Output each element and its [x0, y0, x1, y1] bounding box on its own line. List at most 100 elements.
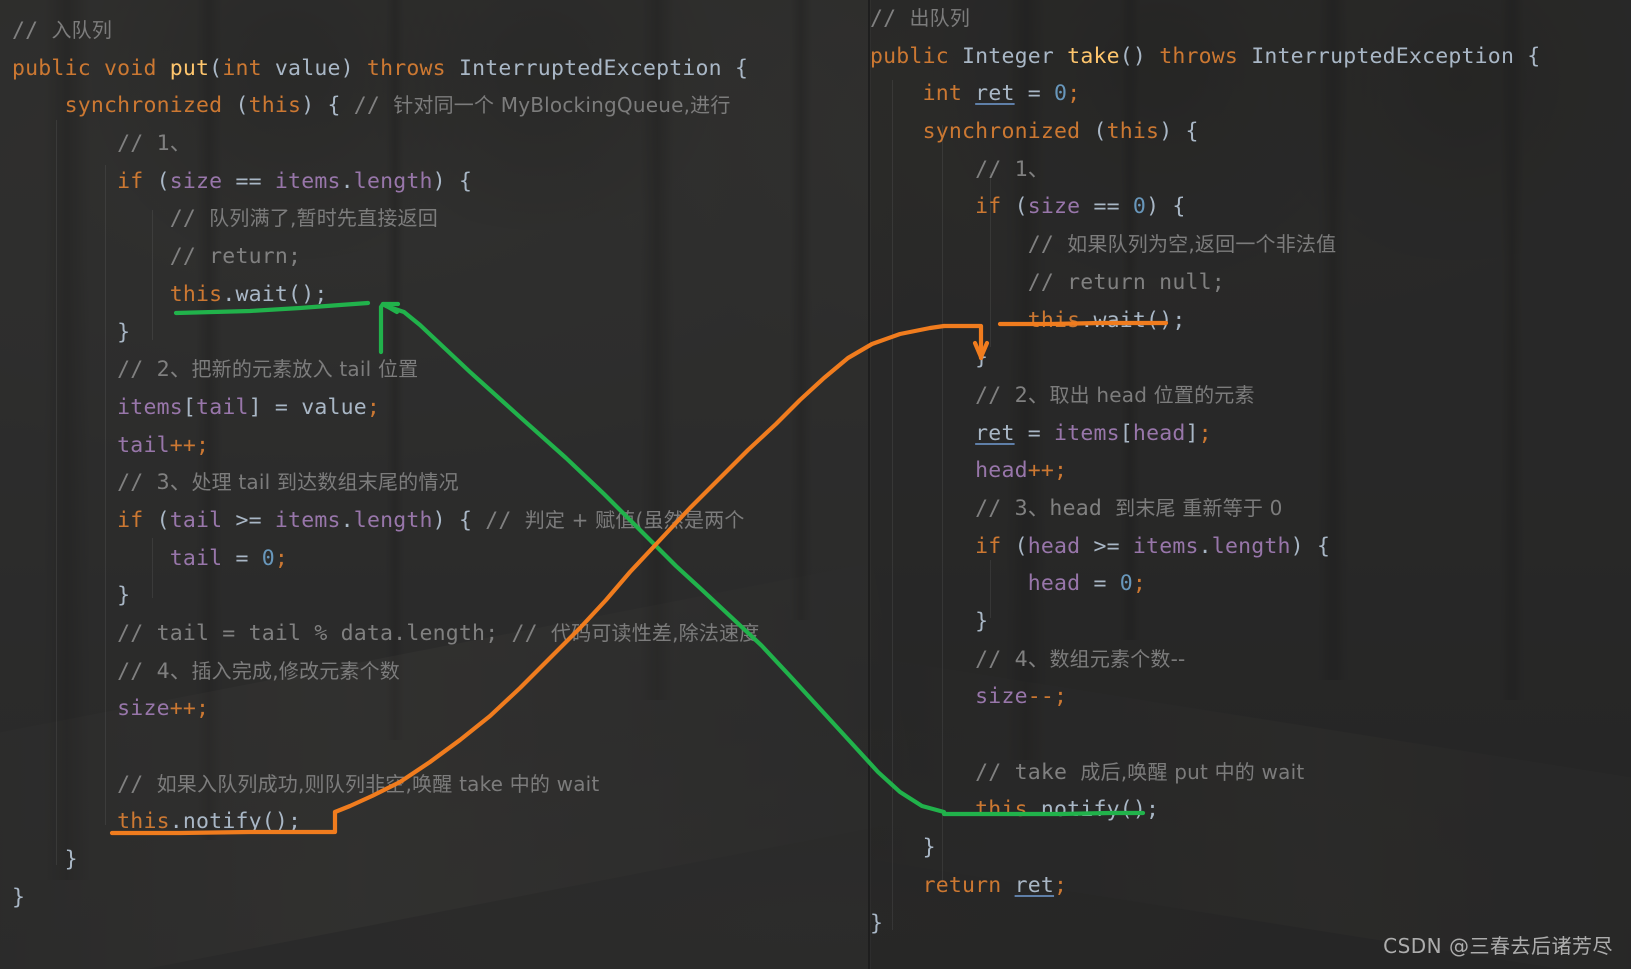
code-token: . — [340, 507, 354, 533]
code-token: // 3、head — [975, 495, 1116, 521]
code-token: ; — [366, 394, 381, 420]
code-token: // return null; — [1027, 269, 1225, 295]
code-token: throws — [366, 55, 446, 81]
code-token: tail — [196, 394, 249, 420]
code-token: public — [870, 43, 949, 69]
code-block-take[interactable]: // 出队列 public Integer take() throws Inter… — [870, 0, 1631, 942]
code-token: // 3、 — [117, 470, 192, 496]
code-token: 代码可读性差,除法速度 — [550, 621, 760, 645]
code-token: ; — [196, 432, 210, 458]
code-line: } — [12, 314, 868, 352]
code-block-put[interactable]: // 入队列 public void put(int value) throws … — [0, 0, 868, 917]
code-line: // 3、head 到末尾 重新等于 0 — [870, 490, 1631, 528]
code-token: // return; — [169, 244, 302, 270]
code-token: ; — [1198, 420, 1212, 446]
code-token: 0 — [1119, 571, 1133, 597]
code-token: // — [870, 6, 910, 31]
code-token: this — [169, 281, 223, 307]
code-token: wait — [1093, 307, 1147, 333]
code-line: if (size == 0) { — [870, 188, 1631, 226]
code-token: ] — [1185, 420, 1199, 446]
code-token: 取出 head 位置的元素 — [1049, 382, 1255, 407]
code-line: size--; — [870, 678, 1631, 716]
code-line: if (head >= items.length) { — [870, 528, 1631, 566]
code-token: synchronized — [64, 93, 223, 119]
code-token: . — [340, 168, 354, 194]
code-token: // tail = tail % data.length; // — [117, 621, 551, 646]
code-line: // 队列满了,暂时先直接返回 — [12, 200, 868, 238]
editor-pane-put[interactable]: // 入队列 public void put(int value) throws … — [0, 0, 868, 969]
code-token: } — [870, 345, 989, 371]
code-token: ret — [1014, 872, 1055, 898]
code-token: wait — [235, 281, 289, 307]
code-token: this — [1106, 119, 1160, 145]
code-token: if — [975, 194, 1002, 220]
code-token: ) { — [1290, 533, 1331, 559]
code-token: tail — [117, 432, 170, 458]
code-line: public void put(int value) throws Interr… — [12, 50, 868, 88]
code-token: ; — [1054, 872, 1068, 898]
code-line: tail++; — [12, 427, 868, 465]
code-token: items — [274, 507, 341, 533]
code-token: 0 — [1132, 194, 1147, 220]
code-token: this — [248, 93, 302, 119]
code-token: tail — [169, 507, 223, 533]
code-token: = — [222, 545, 262, 571]
code-token: // 4、 — [117, 658, 192, 684]
code-token: public void — [12, 55, 170, 81]
code-token: head — [1027, 533, 1081, 559]
code-token: head — [975, 458, 1028, 484]
code-token: // — [485, 507, 525, 533]
code-token: notify — [1040, 797, 1120, 823]
code-token: 处理 tail 到达数组末尾的情况 — [191, 470, 459, 495]
code-line: // 2、把新的元素放入 tail 位置 — [12, 351, 868, 389]
code-token: ) { — [1146, 194, 1186, 220]
code-token: ( — [143, 168, 170, 194]
code-token: () — [1119, 43, 1160, 69]
code-token: InterruptedException { — [1238, 43, 1541, 69]
code-token: 0 — [1054, 81, 1068, 107]
code-token: size — [117, 696, 170, 722]
code-line: // 2、取出 head 位置的元素 — [870, 377, 1631, 415]
code-line: public Integer take() throws Interrupted… — [870, 38, 1631, 76]
code-line: items[tail] = value; — [12, 389, 868, 427]
code-token: . — [169, 809, 183, 835]
code-line: } — [12, 577, 868, 615]
code-token: = — [1014, 81, 1055, 107]
code-token: // — [353, 93, 394, 119]
code-line: synchronized (this) { — [870, 113, 1631, 151]
code-line: } — [870, 603, 1631, 641]
code-token: int — [222, 55, 262, 81]
code-token: // 2、 — [975, 382, 1050, 408]
code-token: size — [1027, 194, 1081, 220]
code-token: . — [1080, 307, 1094, 333]
code-line: } — [12, 841, 868, 879]
code-token: ret — [975, 81, 1015, 107]
code-token: ( — [209, 55, 223, 81]
code-token: head — [1027, 571, 1081, 597]
editor-pane-take[interactable]: // 出队列 public Integer take() throws Inter… — [870, 0, 1631, 969]
code-line: this.wait(); — [12, 276, 868, 314]
code-line: size++; — [12, 690, 868, 728]
code-token: // 1、 — [975, 156, 1050, 182]
code-token: items — [1132, 533, 1199, 559]
